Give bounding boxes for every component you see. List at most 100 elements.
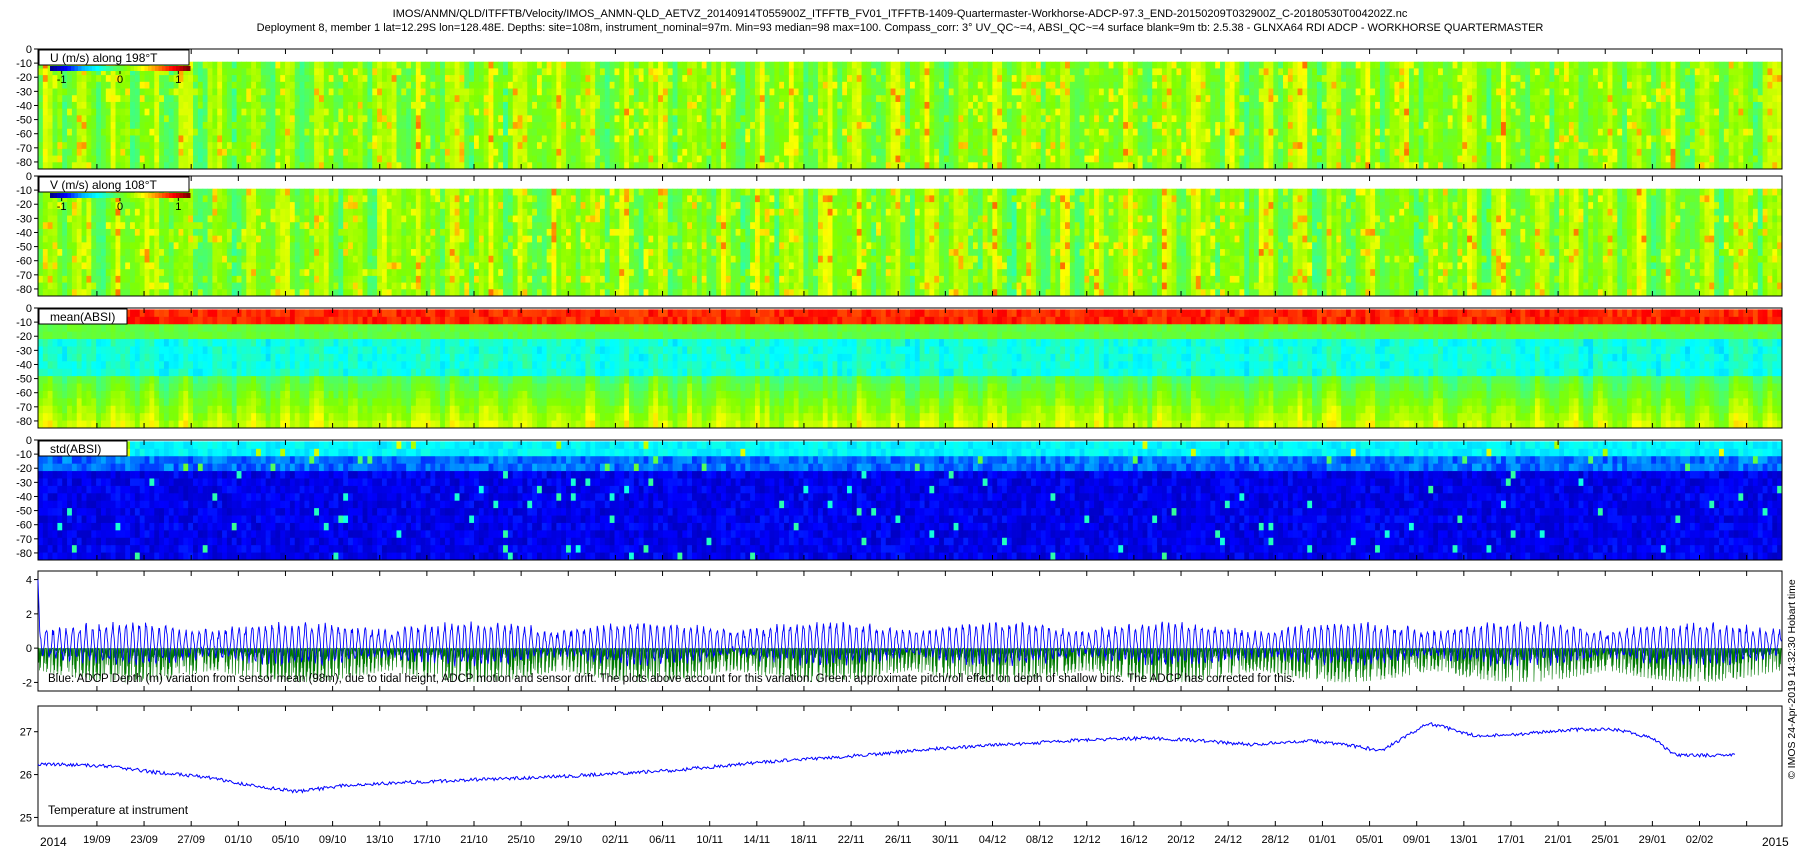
heatmap-cell bbox=[1341, 129, 1346, 136]
heatmap-cell bbox=[1017, 109, 1022, 116]
heatmap-cell bbox=[852, 129, 857, 136]
heatmap-cell bbox=[1094, 162, 1099, 169]
heatmap-cell bbox=[1307, 156, 1312, 163]
heatmap-cell bbox=[421, 142, 426, 149]
heatmap-cell bbox=[518, 89, 523, 96]
heatmap-cell bbox=[426, 122, 431, 129]
heatmap-cell bbox=[1104, 95, 1109, 102]
heatmap-cell bbox=[823, 135, 828, 142]
heatmap-cell bbox=[1186, 102, 1191, 109]
heatmap-cell bbox=[193, 75, 198, 82]
heatmap-cell bbox=[1215, 156, 1220, 163]
heatmap-cell bbox=[653, 115, 658, 122]
heatmap-cell bbox=[1482, 142, 1487, 149]
heatmap-cell bbox=[48, 75, 53, 82]
heatmap-cell bbox=[396, 122, 401, 129]
heatmap-cell bbox=[256, 156, 261, 163]
heatmap-cell bbox=[881, 62, 886, 69]
heatmap-cell bbox=[644, 142, 649, 149]
heatmap-cell bbox=[1162, 129, 1167, 136]
heatmap-cell bbox=[1133, 149, 1138, 156]
heatmap-cell bbox=[866, 135, 871, 142]
heatmap-cell bbox=[261, 95, 266, 102]
heatmap-cell bbox=[774, 115, 779, 122]
heatmap-cell bbox=[653, 156, 658, 163]
heatmap-cell bbox=[343, 115, 348, 122]
heatmap-cell bbox=[1540, 109, 1545, 116]
heatmap-cell bbox=[1457, 75, 1462, 82]
heatmap-cell bbox=[1341, 162, 1346, 169]
heatmap-cell bbox=[522, 102, 527, 109]
heatmap-cell bbox=[169, 115, 174, 122]
heatmap-cell bbox=[1172, 142, 1177, 149]
heatmap-cell bbox=[469, 89, 474, 96]
heatmap-cell bbox=[847, 142, 852, 149]
heatmap-cell bbox=[537, 135, 542, 142]
heatmap-cell bbox=[1196, 89, 1201, 96]
heatmap-cell bbox=[1399, 162, 1404, 169]
heatmap-cell bbox=[740, 82, 745, 89]
heatmap-cell bbox=[416, 95, 421, 102]
heatmap-cell bbox=[464, 109, 469, 116]
heatmap-cell bbox=[1055, 68, 1060, 75]
heatmap-cell bbox=[198, 149, 203, 156]
heatmap-cell bbox=[944, 129, 949, 136]
heatmap-cell bbox=[537, 82, 542, 89]
heatmap-cell bbox=[474, 149, 479, 156]
heatmap-cell bbox=[624, 142, 629, 149]
heatmap-cell bbox=[1070, 162, 1075, 169]
heatmap-cell bbox=[585, 115, 590, 122]
heatmap-cell bbox=[832, 149, 837, 156]
heatmap-cell bbox=[566, 142, 571, 149]
heatmap-cell bbox=[130, 156, 135, 163]
heatmap-cell bbox=[1341, 68, 1346, 75]
heatmap-cell bbox=[983, 109, 988, 116]
heatmap-cell bbox=[566, 102, 571, 109]
heatmap-cell bbox=[1414, 129, 1419, 136]
heatmap-cell bbox=[784, 62, 789, 69]
heatmap-cell bbox=[1525, 95, 1530, 102]
heatmap-cell bbox=[760, 129, 765, 136]
heatmap-cell bbox=[740, 149, 745, 156]
heatmap-cell bbox=[895, 135, 900, 142]
heatmap-cell bbox=[527, 156, 532, 163]
heatmap-cell bbox=[227, 129, 232, 136]
heatmap-cell bbox=[837, 129, 842, 136]
heatmap-cell bbox=[208, 68, 213, 75]
heatmap-cell bbox=[1196, 162, 1201, 169]
heatmap-cell bbox=[91, 162, 96, 169]
heatmap-cell bbox=[1336, 122, 1341, 129]
heatmap-cell bbox=[983, 62, 988, 69]
heatmap-cell bbox=[484, 142, 489, 149]
heatmap-cell bbox=[1147, 122, 1152, 129]
heatmap-cell bbox=[614, 62, 619, 69]
heatmap-cell bbox=[871, 129, 876, 136]
heatmap-cell bbox=[1239, 82, 1244, 89]
heatmap-cell bbox=[866, 75, 871, 82]
heatmap-cell bbox=[624, 62, 629, 69]
heatmap-cell bbox=[300, 89, 305, 96]
heatmap-cell bbox=[169, 82, 174, 89]
heatmap-cell bbox=[731, 82, 736, 89]
heatmap-cell bbox=[1113, 109, 1118, 116]
heatmap-cell bbox=[183, 156, 188, 163]
heatmap-cell bbox=[149, 162, 154, 169]
heatmap-cell bbox=[605, 135, 610, 142]
heatmap-cell bbox=[963, 135, 968, 142]
heatmap-cell bbox=[973, 109, 978, 116]
heatmap-cell bbox=[644, 102, 649, 109]
heatmap-cell bbox=[619, 68, 624, 75]
heatmap-cell bbox=[430, 149, 435, 156]
heatmap-cell bbox=[1046, 129, 1051, 136]
heatmap-cell bbox=[101, 122, 106, 129]
heatmap-cell bbox=[1046, 102, 1051, 109]
heatmap-cell bbox=[188, 156, 193, 163]
heatmap-cell bbox=[1021, 68, 1026, 75]
heatmap-cell bbox=[677, 68, 682, 75]
heatmap-cell bbox=[53, 149, 58, 156]
heatmap-cell bbox=[1516, 149, 1521, 156]
heatmap-cell bbox=[954, 62, 959, 69]
heatmap-cell bbox=[1191, 95, 1196, 102]
heatmap-cell bbox=[668, 142, 673, 149]
heatmap-cell bbox=[658, 75, 663, 82]
